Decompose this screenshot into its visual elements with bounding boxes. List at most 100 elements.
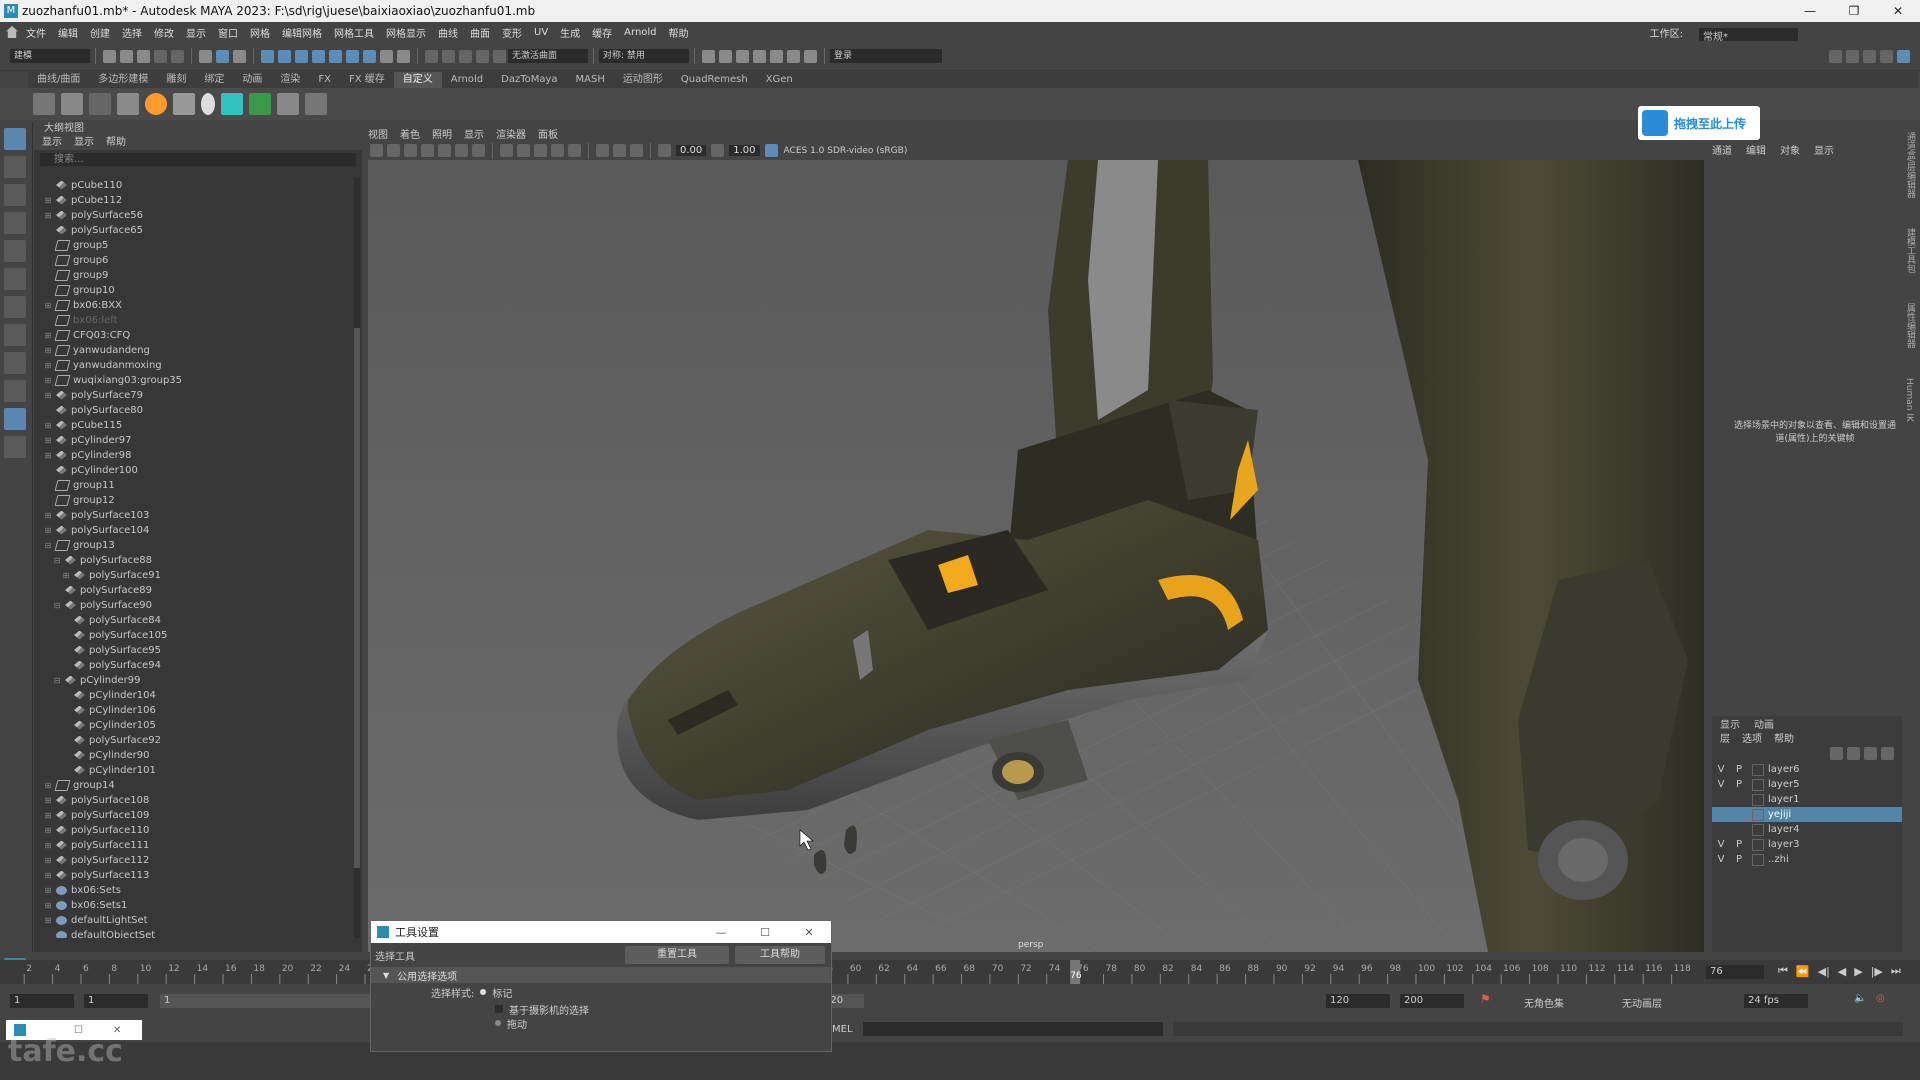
colorspace-dropdown[interactable]: ACES 1.0 SDR-video (sRGB) — [779, 143, 948, 158]
start-time-field[interactable]: 1 — [10, 994, 74, 1008]
outliner-item[interactable]: pCube110 — [34, 178, 352, 193]
menu-item[interactable]: 网格显示 — [386, 25, 426, 40]
outliner-item[interactable]: ⊞ polySurface111 — [34, 838, 352, 853]
layer-row[interactable]: yejiji — [1712, 807, 1902, 822]
menu-item[interactable]: UV — [534, 27, 548, 38]
viewport-menu-item[interactable]: 显示 — [464, 126, 484, 141]
playback-start-field[interactable]: 1 — [84, 994, 148, 1008]
side-tab[interactable]: 属性编辑器 — [1904, 303, 1917, 348]
ipr-render-icon[interactable] — [736, 49, 749, 63]
shelf-tab[interactable]: 绑定 — [195, 72, 233, 88]
viewport-menu-item[interactable]: 照明 — [432, 126, 452, 141]
outliner-item[interactable]: ⊟ polySurface88 — [34, 553, 352, 568]
outliner-search-input[interactable]: 搜索... — [40, 153, 356, 166]
menu-item[interactable]: 网格工具 — [334, 25, 374, 40]
shelf-tab[interactable]: 自定义 — [393, 72, 442, 88]
layer-color-swatch[interactable] — [1752, 778, 1764, 791]
shelf-tool-4-icon[interactable] — [117, 93, 139, 115]
use-all-lights-icon[interactable] — [551, 144, 564, 157]
channel-box-menu-item[interactable]: 对象 — [1780, 142, 1800, 157]
shelf-tab[interactable]: MASH — [567, 72, 614, 88]
layer-editor-tab[interactable]: 显示 — [1720, 716, 1740, 731]
select-style-radio[interactable] — [480, 989, 487, 995]
layer-color-swatch[interactable] — [1752, 823, 1764, 836]
anim-layer-dropdown[interactable]: 无动画层 — [1622, 995, 1662, 1010]
layer-color-swatch[interactable] — [1752, 838, 1764, 851]
symmetry-dropdown[interactable]: 对称: 禁用 — [599, 49, 689, 63]
layer-playback-toggle[interactable]: P — [1730, 837, 1748, 852]
outliner-item[interactable]: group9 — [34, 268, 352, 283]
workspace-dropdown[interactable]: 常规* — [1699, 27, 1798, 43]
expand-toggle-icon[interactable]: ⊞ — [44, 373, 52, 388]
expand-toggle-icon[interactable]: ⊞ — [44, 298, 52, 313]
outliner-item[interactable]: group6 — [34, 253, 352, 268]
move-tool-icon[interactable] — [4, 212, 26, 234]
outliner-item[interactable]: ⊞ pCylinder98 — [34, 448, 352, 463]
shelf-tool-3-icon[interactable] — [89, 93, 111, 115]
expand-toggle-icon[interactable]: ⊞ — [44, 853, 52, 868]
layer-editor-menu-item[interactable]: 层 — [1720, 730, 1730, 745]
wireframe-icon[interactable] — [500, 144, 513, 157]
expand-toggle-icon[interactable]: ⊟ — [44, 538, 52, 553]
home-icon[interactable] — [6, 26, 18, 38]
layer-row[interactable]: layer1 — [1712, 792, 1902, 807]
expand-toggle-icon[interactable]: ⊞ — [44, 523, 52, 538]
viewport-menu-item[interactable]: 面板 — [538, 126, 558, 141]
cache-playback-icon[interactable]: ◎ — [1876, 993, 1885, 1004]
move-layer-up-icon[interactable] — [1830, 746, 1843, 760]
outliner-item[interactable]: ⊞ bx06:BXX — [34, 298, 352, 313]
minimize-button[interactable]: — — [1788, 0, 1832, 22]
expand-toggle-icon[interactable]: ⊞ — [44, 508, 52, 523]
outliner-item[interactable]: ⊟ polySurface90 — [34, 598, 352, 613]
camera-based-checkbox[interactable] — [495, 1005, 503, 1013]
expand-toggle-icon[interactable]: ⊞ — [44, 913, 52, 928]
layer-row[interactable]: V Player3 — [1712, 837, 1902, 852]
textured-icon[interactable] — [534, 144, 547, 157]
character-set-dropdown[interactable]: 无角色集 — [1524, 995, 1564, 1010]
shelf-tool-11-icon[interactable] — [305, 93, 327, 115]
single-perspective-layout-icon[interactable] — [4, 324, 26, 346]
select-by-handle-icon[interactable] — [261, 49, 274, 63]
outliner-item[interactable]: pCylinder100 — [34, 463, 352, 478]
outliner-item[interactable]: polySurface92 — [34, 733, 352, 748]
channel-box-icon[interactable] — [1897, 49, 1910, 63]
expand-toggle-icon[interactable]: ⊞ — [44, 193, 52, 208]
side-tab[interactable]: 通道盒/层编辑器 — [1904, 132, 1917, 198]
shelf-tab[interactable]: FX 缓存 — [340, 72, 394, 88]
outliner-item[interactable]: ⊞ polySurface91 — [34, 568, 352, 583]
gamma-field[interactable]: 1.00 — [729, 145, 760, 156]
snap-view-plane-icon[interactable] — [476, 49, 489, 63]
outliner-item[interactable]: ⊞ polySurface103 — [34, 508, 352, 523]
outliner-item[interactable]: bx06:left — [34, 313, 352, 328]
channel-box-menu-item[interactable]: 显示 — [1814, 142, 1834, 157]
layer-row[interactable]: layer4 — [1712, 822, 1902, 837]
render-settings-icon[interactable] — [702, 49, 715, 63]
outliner-item[interactable]: ⊞ yanwudandeng — [34, 343, 352, 358]
shelf-tab[interactable]: 曲线/曲面 — [28, 72, 89, 88]
go-to-start-icon[interactable]: ⏮ — [1778, 964, 1788, 978]
end-time-field[interactable]: 200 — [1400, 994, 1464, 1008]
outliner-item[interactable]: ⊞ bx06:Sets1 — [34, 898, 352, 913]
outliner-item[interactable]: pCylinder101 — [34, 763, 352, 778]
audio-icon[interactable]: 🔈 — [1854, 993, 1866, 1004]
menu-item[interactable]: 帮助 — [669, 25, 689, 40]
viewport-menu-item[interactable]: 视图 — [368, 126, 388, 141]
tool-help-button[interactable]: 工具帮助 — [735, 946, 825, 964]
exposure-field[interactable]: 0.00 — [676, 145, 707, 156]
lasso-tool-icon[interactable] — [4, 156, 26, 178]
shelf-tool-2-icon[interactable] — [61, 93, 83, 115]
outliner-item[interactable]: ⊞ polySurface110 — [34, 823, 352, 838]
channel-box-menu-item[interactable]: 编辑 — [1746, 142, 1766, 157]
expand-toggle-icon[interactable]: ⊞ — [44, 208, 52, 223]
layer-playback-toggle[interactable]: P — [1730, 852, 1748, 867]
menu-item[interactable]: 变形 — [502, 25, 522, 40]
play-backwards-icon[interactable]: ◀ — [1838, 965, 1846, 978]
expand-toggle-icon[interactable]: ⊞ — [44, 448, 52, 463]
expand-toggle-icon[interactable]: ⊞ — [44, 793, 52, 808]
layer-color-swatch[interactable] — [1752, 808, 1764, 821]
layer-color-swatch[interactable] — [1752, 853, 1764, 866]
menu-item[interactable]: 文件 — [26, 25, 46, 40]
outliner-menu-item[interactable]: 帮助 — [106, 136, 126, 150]
human-ik-icon[interactable] — [1846, 49, 1859, 63]
viewport-menu-item[interactable]: 渲染器 — [496, 126, 526, 141]
